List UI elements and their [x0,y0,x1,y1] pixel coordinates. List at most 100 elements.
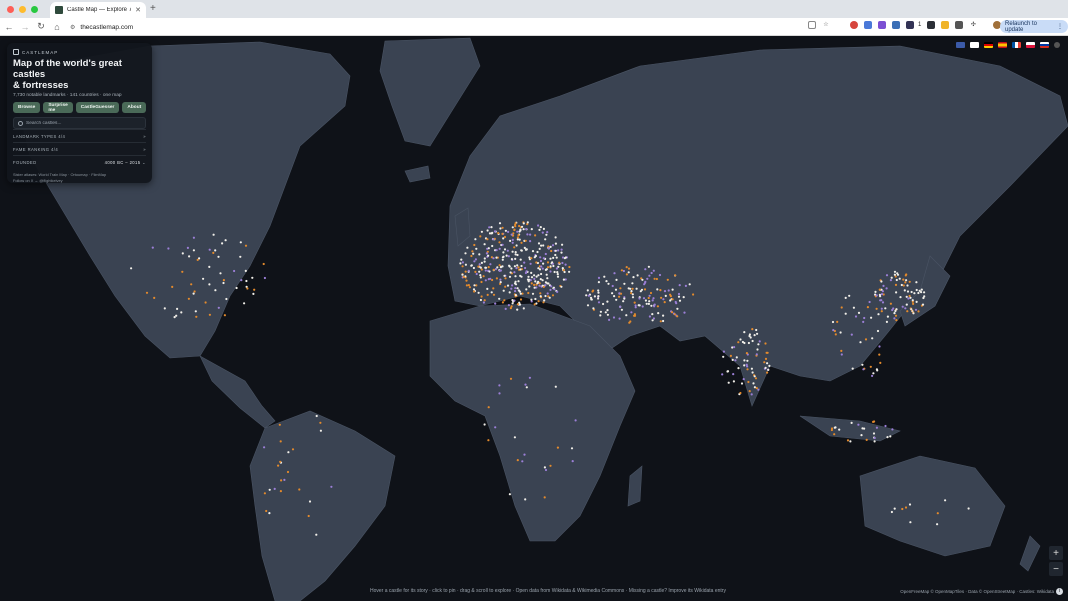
castle-marker[interactable] [555,267,559,270]
castle-marker[interactable] [193,290,196,293]
castle-marker[interactable] [484,279,487,282]
castle-marker[interactable] [470,254,473,258]
castle-marker[interactable] [479,235,482,238]
castle-marker[interactable] [889,435,892,438]
castle-marker[interactable] [875,307,878,310]
castle-marker[interactable] [523,453,526,456]
castle-marker[interactable] [486,238,489,241]
castle-marker[interactable] [509,377,513,380]
castle-marker[interactable] [511,226,514,229]
castle-marker[interactable] [917,291,920,295]
castle-marker[interactable] [487,406,490,409]
castle-marker[interactable] [597,295,600,298]
castle-marker[interactable] [631,293,634,296]
castle-marker[interactable] [474,270,477,273]
castle-marker[interactable] [913,292,916,295]
castle-marker[interactable] [915,288,918,292]
castle-marker[interactable] [482,275,485,278]
castle-marker[interactable] [684,284,688,287]
castle-marker[interactable] [602,302,605,306]
castle-marker[interactable] [513,282,517,285]
castle-marker[interactable] [844,296,847,299]
castle-marker[interactable] [873,436,876,440]
castle-marker[interactable] [623,297,626,300]
castle-marker[interactable] [528,285,531,288]
castle-marker[interactable] [495,277,498,280]
castle-marker[interactable] [475,247,478,250]
castle-marker[interactable] [644,268,647,271]
castle-marker[interactable] [516,459,519,462]
castle-marker[interactable] [741,340,745,344]
castle-marker[interactable] [491,244,494,248]
castle-marker[interactable] [872,372,875,375]
castle-marker[interactable] [539,259,543,263]
castle-marker[interactable] [766,371,769,374]
castle-marker[interactable] [533,274,536,277]
castle-marker[interactable] [652,317,656,320]
browser-tab-castle-map[interactable]: Castle Map — Explore 7,730 ✕ [50,2,146,18]
castle-marker[interactable] [501,256,504,259]
castle-marker[interactable] [618,317,621,320]
castle-marker[interactable] [497,232,500,235]
castle-marker[interactable] [878,288,881,291]
castle-marker[interactable] [866,306,870,309]
castle-marker[interactable] [885,320,889,323]
castle-marker[interactable] [478,270,481,273]
castle-marker[interactable] [494,268,497,271]
minimize-window-button[interactable] [19,5,26,13]
castle-marker[interactable] [622,269,626,273]
castle-marker[interactable] [692,293,695,296]
castle-marker[interactable] [539,256,542,259]
castle-marker[interactable] [881,301,885,304]
castle-marker[interactable] [517,280,520,283]
castle-marker[interactable] [876,369,879,372]
castle-marker[interactable] [526,221,529,224]
castle-marker[interactable] [531,292,535,295]
castle-marker[interactable] [544,238,547,241]
castle-marker[interactable] [498,384,501,387]
castle-marker[interactable] [669,299,672,302]
castle-marker[interactable] [766,362,769,365]
castle-marker[interactable] [599,310,603,313]
castle-marker[interactable] [464,270,467,273]
castle-marker[interactable] [912,312,915,315]
castle-marker[interactable] [530,257,533,260]
castle-marker[interactable] [518,230,521,233]
castle-marker[interactable] [462,275,465,278]
castle-marker[interactable] [628,321,631,324]
castle-marker[interactable] [606,313,610,316]
castle-marker[interactable] [631,287,634,290]
castle-marker[interactable] [492,293,496,296]
castle-marker[interactable] [204,301,207,304]
castle-marker[interactable] [529,279,532,282]
castle-marker[interactable] [553,270,556,274]
castle-marker[interactable] [479,298,482,302]
castle-marker[interactable] [513,271,516,274]
castle-marker[interactable] [525,228,528,231]
castle-marker[interactable] [850,333,853,336]
castle-marker[interactable] [487,254,490,257]
castle-marker[interactable] [641,305,644,308]
castle-marker[interactable] [659,320,662,323]
castle-marker[interactable] [489,263,492,266]
castle-marker[interactable] [733,346,736,349]
castle-marker[interactable] [561,256,565,259]
castle-marker[interactable] [538,282,541,285]
flag-ru-icon[interactable] [1040,42,1049,48]
castle-marker[interactable] [461,261,464,264]
castle-marker[interactable] [514,257,517,260]
castle-marker[interactable] [461,265,464,268]
castle-marker[interactable] [222,279,225,282]
castle-marker[interactable] [480,230,483,233]
castle-marker[interactable] [912,302,915,305]
castle-marker[interactable] [664,294,667,297]
castle-marker[interactable] [597,281,601,284]
castle-marker[interactable] [513,265,517,268]
castle-marker[interactable] [838,428,841,431]
castle-marker[interactable] [521,460,524,463]
back-icon[interactable]: ← [2,22,16,32]
castle-marker[interactable] [649,291,653,295]
castle-marker[interactable] [519,298,523,301]
castle-marker[interactable] [885,274,889,277]
castle-marker[interactable] [520,249,523,252]
